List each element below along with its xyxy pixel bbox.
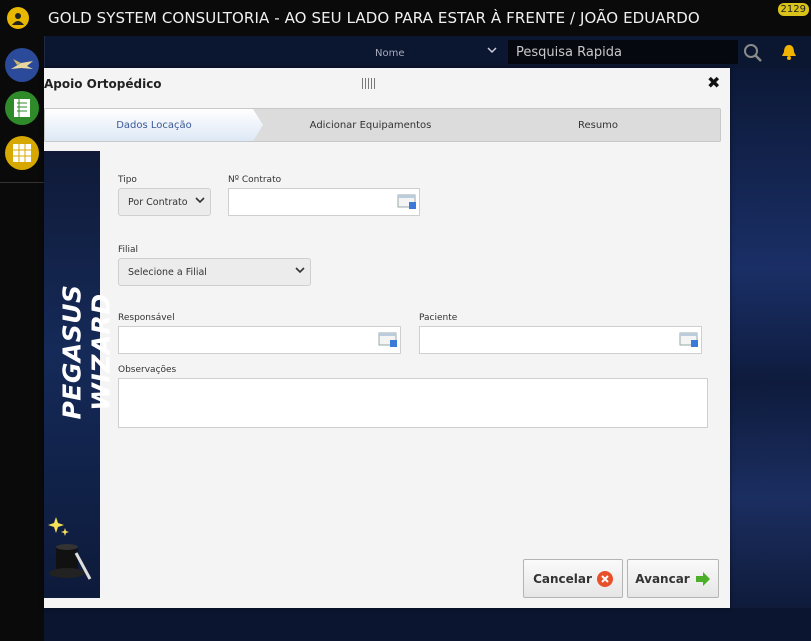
list-icon [14,99,30,117]
step-dados-locacao[interactable]: Dados Locação [45,109,263,141]
wizard-label: PEGASUS WIZARD [57,284,116,420]
step-label: Adicionar Equipamentos [309,119,432,131]
step-label: Resumo [577,119,619,131]
search-icon[interactable] [742,42,764,64]
cancel-icon [596,570,613,587]
step-label: Dados Locação [116,119,192,131]
user-icon [7,7,29,29]
contrato-label: Nº Contrato [228,175,282,185]
background-bottom [44,608,811,641]
tipo-value: Por Contrato [128,196,188,208]
background-pattern [730,68,811,641]
tipo-select[interactable]: Por Contrato [118,188,211,216]
observacoes-label: Observações [118,365,177,375]
filial-label: Filial [118,245,139,255]
tipo-label: Tipo [118,175,137,185]
next-button-label: Avancar [635,571,690,586]
lookup-icon[interactable] [397,194,417,210]
lookup-icon[interactable] [679,332,699,348]
chevron-down-icon [195,197,205,204]
sidebar-item-grid[interactable] [5,136,39,170]
chevron-down-icon [487,45,497,58]
user-avatar[interactable] [0,0,36,36]
step-adicionar-equipamentos[interactable]: Adicionar Equipamentos [263,109,478,141]
contrato-field[interactable] [228,188,420,216]
filial-value: Selecione a Filial [128,266,207,278]
title-bar: GOLD SYSTEM CONSULTORIA - AO SEU LADO PA… [0,0,811,36]
notification-badge: 2129 [777,3,809,16]
paciente-label: Paciente [419,313,458,323]
sidebar-item-list[interactable] [5,91,39,125]
app-title: GOLD SYSTEM CONSULTORIA - AO SEU LADO PA… [48,9,700,27]
search-field-selector-label: Nome [375,47,405,59]
cancel-button-label: Cancelar [533,571,592,586]
chevron-down-icon [295,267,305,274]
sidebar-item-pegasus[interactable] [5,48,39,82]
pegasus-icon [11,59,33,69]
search-field-selector[interactable]: Nome [365,42,505,64]
drag-handle[interactable] [362,78,376,89]
search-input[interactable]: Pesquisa Rapida [508,40,738,64]
search-placeholder: Pesquisa Rapida [516,44,622,60]
wizard-modal: Apoio Ortopédico ✖ Dados Locação Adicion… [44,68,730,608]
responsavel-label: Responsável [118,313,175,323]
magic-hat-icon [48,517,92,580]
bell-icon[interactable] [780,43,798,61]
filial-select[interactable]: Selecione a Filial [118,258,311,286]
modal-title: Apoio Ortopédico [44,77,162,91]
wizard-steps: Dados Locação Adicionar Equipamentos Res… [44,108,721,142]
wizard-side-panel: PEGASUS WIZARD [44,151,116,598]
observacoes-textarea[interactable] [118,378,708,428]
next-button[interactable]: Avancar [627,559,719,598]
cancel-button[interactable]: Cancelar [523,559,623,598]
paciente-field[interactable] [419,326,702,354]
responsavel-field[interactable] [118,326,401,354]
close-icon[interactable]: ✖ [707,73,720,92]
step-resumo[interactable]: Resumo [478,109,718,141]
grid-icon [13,144,31,162]
left-sidebar [0,36,45,641]
sidebar-divider [0,182,44,183]
arrow-right-icon [695,571,710,586]
lookup-icon[interactable] [378,332,398,348]
